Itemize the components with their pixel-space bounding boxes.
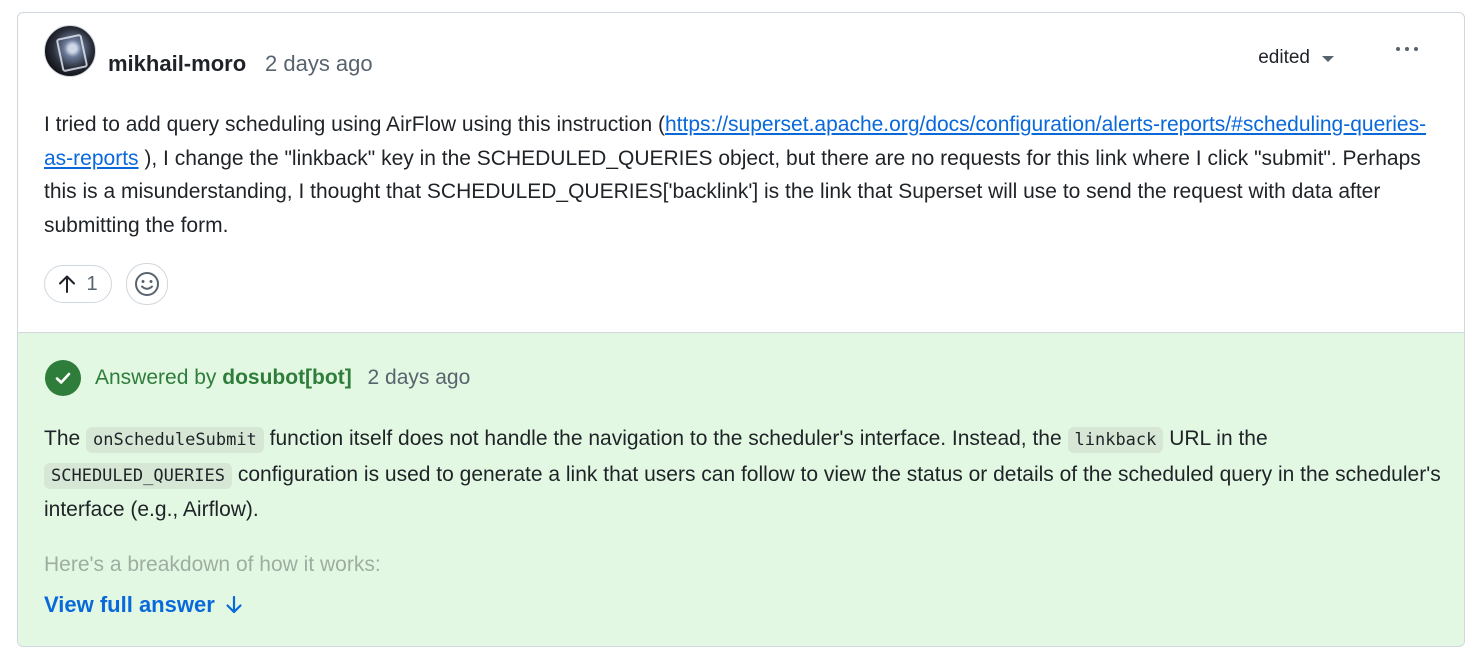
upvote-button[interactable]: 1 bbox=[44, 265, 112, 303]
inline-code: SCHEDULED_QUERIES bbox=[44, 462, 232, 489]
comment-text-part2: ), I change the "linkback" key in the SC… bbox=[44, 146, 1421, 237]
comment-timestamp[interactable]: 2 days ago bbox=[265, 51, 373, 77]
author-name[interactable]: mikhail-moro bbox=[108, 51, 246, 77]
edited-label: edited bbox=[1258, 47, 1310, 68]
answer-text: function itself does not handle the navi… bbox=[263, 427, 1068, 450]
triangle-down-icon bbox=[1322, 56, 1334, 62]
view-full-answer-label: View full answer bbox=[44, 592, 215, 617]
arrow-down-icon bbox=[226, 595, 242, 614]
edited-dropdown[interactable]: edited bbox=[1258, 47, 1334, 69]
comment-text-part1: I tried to add query scheduling using Ai… bbox=[44, 113, 665, 136]
answered-by-prefix: Answered by bbox=[95, 366, 217, 389]
avatar[interactable] bbox=[44, 25, 96, 77]
add-reaction-button[interactable] bbox=[126, 263, 168, 305]
answer-faded-preview: Here's a breakdown of how it works: bbox=[44, 553, 381, 576]
answer-text: The bbox=[44, 427, 87, 450]
answer-text: configuration is used to generate a link… bbox=[44, 462, 1441, 522]
answered-by-line: Answered by dosubot[bot] 2 days ago bbox=[95, 366, 470, 390]
discussion-comment-card: mikhail-moro 2 days ago edited I tried t… bbox=[17, 12, 1465, 647]
answer-author[interactable]: dosubot[bot] bbox=[222, 366, 351, 389]
answer-body: The onScheduleSubmit function itself doe… bbox=[44, 422, 1444, 527]
kebab-horizontal-icon[interactable] bbox=[1396, 47, 1418, 51]
answer-timestamp[interactable]: 2 days ago bbox=[368, 366, 471, 389]
check-circle-icon bbox=[45, 360, 81, 396]
arrow-up-icon bbox=[59, 275, 76, 293]
accepted-answer-panel: Answered by dosubot[bot] 2 days ago The … bbox=[18, 332, 1464, 646]
upvote-count: 1 bbox=[86, 272, 98, 295]
answer-text: URL in the bbox=[1163, 427, 1268, 450]
inline-code: linkback bbox=[1067, 427, 1164, 453]
view-full-answer-link[interactable]: View full answer bbox=[44, 592, 243, 618]
comment-header: mikhail-moro 2 days ago edited bbox=[44, 25, 1438, 77]
reactions-bar: 1 bbox=[44, 263, 168, 305]
inline-code: onScheduleSubmit bbox=[86, 427, 264, 453]
smiley-icon bbox=[135, 272, 159, 296]
comment-body: I tried to add query scheduling using Ai… bbox=[44, 108, 1444, 242]
